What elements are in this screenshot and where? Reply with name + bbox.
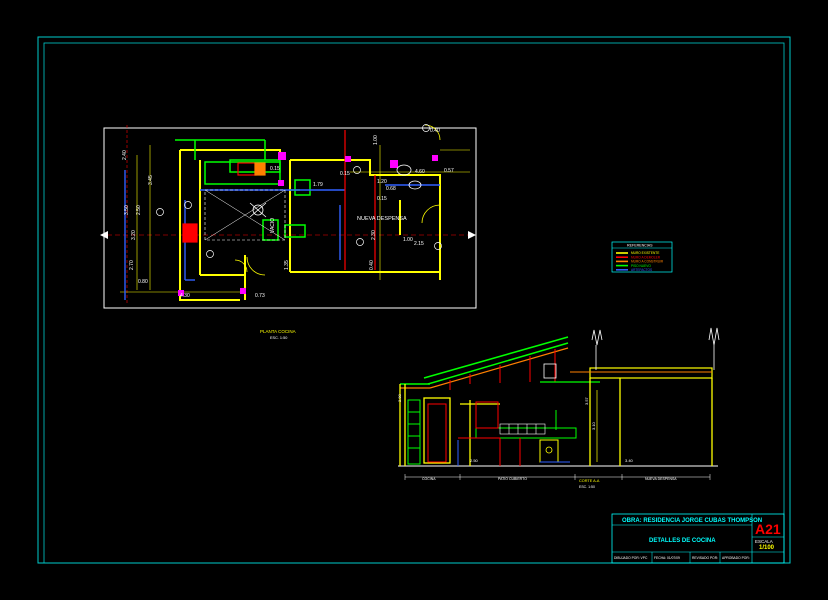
plan-dim-18: 1.00 xyxy=(373,135,379,145)
footer-reviewed-by: REVISADO POR: xyxy=(692,556,718,560)
footer-approved-by: APROBADO POR: xyxy=(722,556,750,560)
section-dim-4: 2.50 xyxy=(470,458,479,463)
section-dim-3: 2.90 xyxy=(397,393,402,402)
cad-drawing-sheet: 4.30 0.80 2.50 1.79 3.45 0.15 2.30 1.20 … xyxy=(0,0,828,600)
sheet-background xyxy=(0,0,828,600)
plan-dim-22: 3.50 xyxy=(124,205,130,215)
legend-title: REFERENCIAS xyxy=(627,244,653,248)
plan-dim-24: 2.40 xyxy=(122,150,128,160)
plan-dim-15: 0.15 xyxy=(270,166,280,172)
plan-dim-6: 0.15 xyxy=(340,171,350,177)
section-label-kitchen: COCINA xyxy=(422,477,436,481)
plan-dim-19: 3.20 xyxy=(131,230,137,240)
plan-dim-12: 1.00 xyxy=(403,237,413,243)
scale-label: ESCALA xyxy=(755,539,773,544)
plan-caption-scale: ESC. 1:50 xyxy=(270,336,287,340)
project-title: OBRA: RESIDENCIA JORGE CUBAS THOMPSON xyxy=(622,518,762,524)
section-cut-scale: ESC. 1:50 xyxy=(579,485,595,489)
section-dim-5: 3.40 xyxy=(625,458,634,463)
plan-caption-title: PLANTA COCINA xyxy=(260,329,296,334)
section-dim-1: 3.10 xyxy=(591,421,596,430)
section-label-pantry: NUEVA DESPENSA xyxy=(645,477,677,481)
legend-item-label: ARTEFACTOS xyxy=(631,268,652,272)
plan-dim-2: 0.80 xyxy=(138,279,148,285)
section-label-patio: PATIO CUBIERTO xyxy=(498,477,527,481)
sheet-number: A21 xyxy=(755,521,781,537)
plan-dim-5: 3.45 xyxy=(148,175,154,185)
section-dim-2: 3.57 xyxy=(584,396,589,405)
plan-dim-13: 2.15 xyxy=(414,241,424,247)
plan-dim-23: 0.40 xyxy=(369,260,375,270)
plan-dim-4: 1.79 xyxy=(313,182,323,188)
scale-value: 1/100 xyxy=(759,545,775,551)
plan-dim-21: 1.35 xyxy=(284,260,290,270)
sheet-title: DETALLES DE COCINA xyxy=(649,538,716,544)
plan-dim-17: 0.40 xyxy=(430,128,440,134)
plan-dim-9: 0.15 xyxy=(377,196,387,202)
footer-drawn-by: DIBUJADO POR: VPC xyxy=(614,556,648,560)
footer-date: FECHA: 01/07/09 xyxy=(654,556,680,560)
plan-dim-14: 0.68 xyxy=(386,186,396,192)
plan-dim-20: 2.70 xyxy=(129,260,135,270)
plan-dim-7: 2.30 xyxy=(371,230,377,240)
plan-dim-8: 1.20 xyxy=(377,179,387,185)
plan-dim-16: 0.57 xyxy=(444,168,454,174)
section-cut-label: CORTE A-A xyxy=(579,479,600,483)
plan-dim-1: 4.30 xyxy=(180,293,190,299)
plan-dim-10: 0.73 xyxy=(255,293,265,299)
room-label-pantry: NUEVA DESPENSA xyxy=(357,216,407,222)
plan-dim-11: 4.60 xyxy=(415,169,425,175)
plan-dim-3: 2.50 xyxy=(136,205,142,215)
room-label-void: VACIO xyxy=(270,218,276,233)
